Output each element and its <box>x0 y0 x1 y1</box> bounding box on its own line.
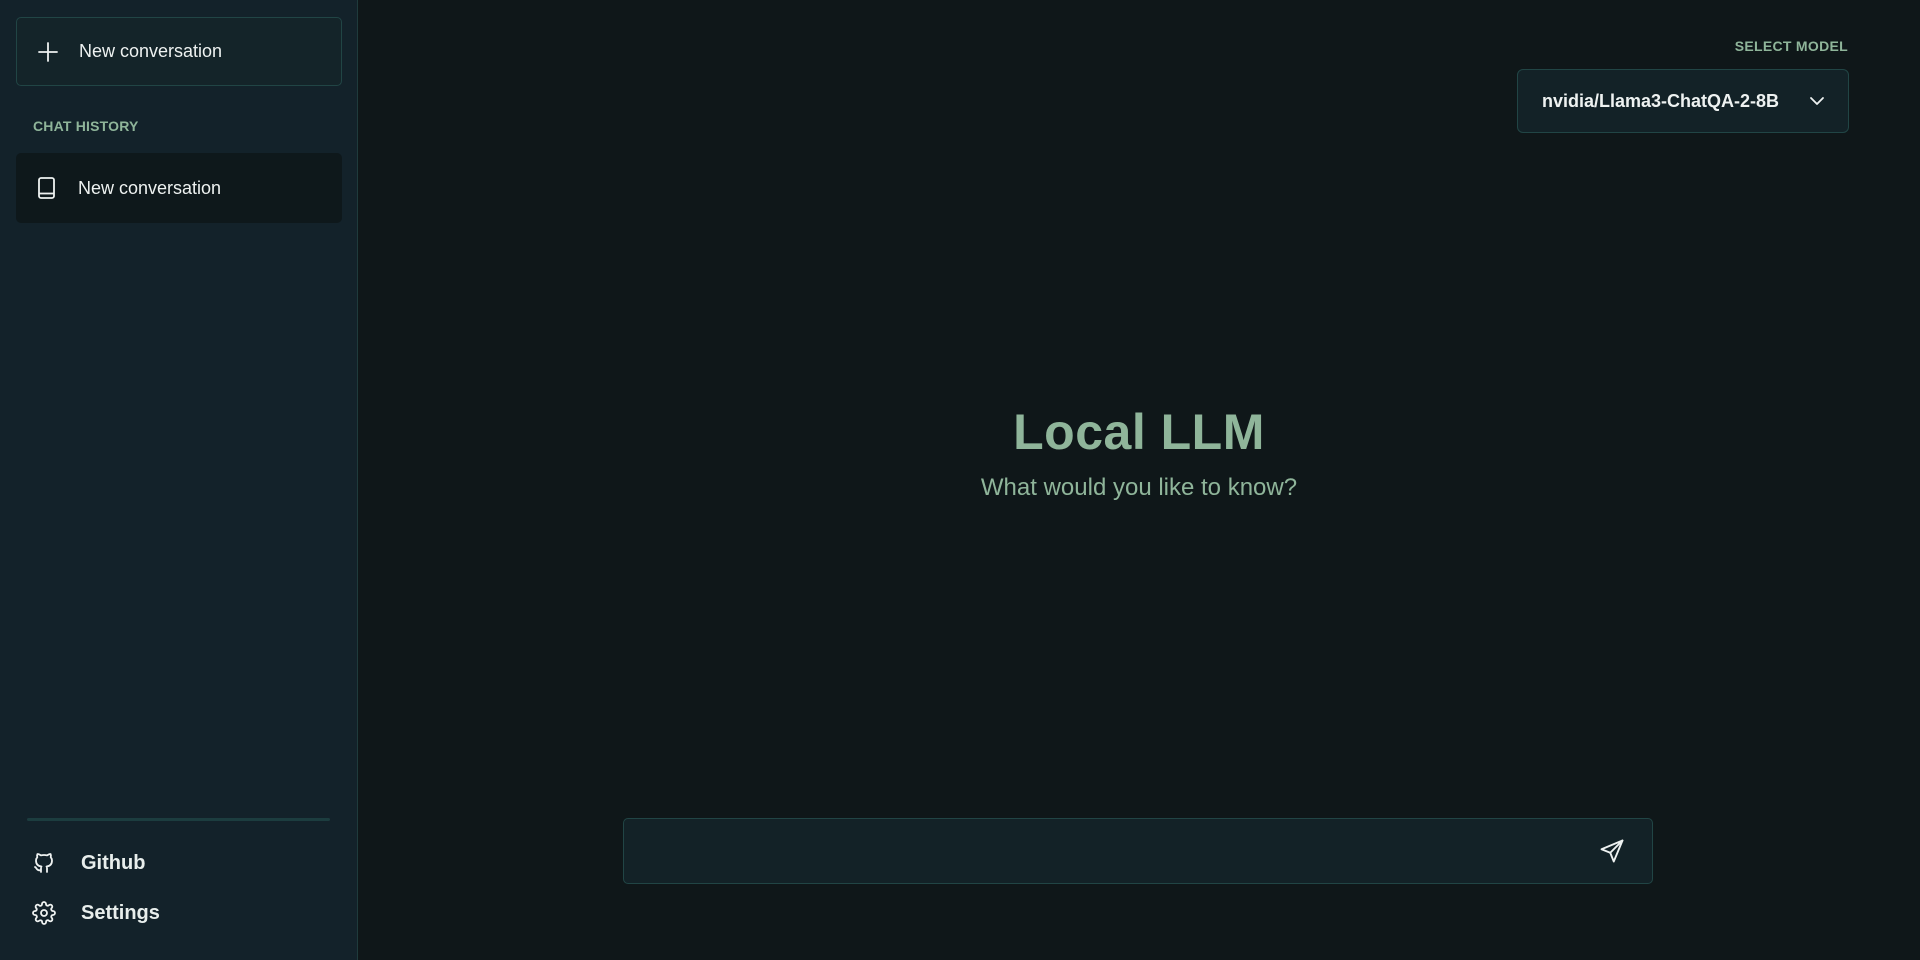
page-title: Local LLM <box>1013 404 1265 460</box>
hero: Local LLM What would you like to know? <box>358 400 1920 502</box>
send-icon <box>1600 839 1624 863</box>
sidebar: New conversation CHAT HISTORY New conver… <box>0 0 358 960</box>
settings-link[interactable]: Settings <box>31 900 160 926</box>
page-subtitle: What would you like to know? <box>980 474 1298 501</box>
main-panel: SELECT MODEL nvidia/Llama3-ChatQA-2-8B L… <box>358 0 1920 960</box>
chevron-down-icon <box>1808 92 1826 110</box>
new-conversation-button[interactable]: New conversation <box>16 17 342 86</box>
plus-icon <box>37 41 59 63</box>
select-model-label: SELECT MODEL <box>1734 38 1848 54</box>
model-select-value: nvidia/Llama3-ChatQA-2-8B <box>1542 90 1780 111</box>
message-input[interactable] <box>644 836 1596 866</box>
send-button[interactable] <box>1596 835 1628 867</box>
settings-label: Settings <box>81 901 160 924</box>
app-root: New conversation CHAT HISTORY New conver… <box>0 0 1920 960</box>
book-icon <box>36 176 58 200</box>
sidebar-divider <box>27 818 330 821</box>
chat-history-item[interactable]: New conversation <box>16 153 342 223</box>
message-composer <box>623 818 1653 884</box>
chat-history-heading: CHAT HISTORY <box>33 118 139 134</box>
model-select-dropdown[interactable]: nvidia/Llama3-ChatQA-2-8B <box>1517 69 1849 133</box>
chat-history-item-label: New conversation <box>78 177 222 198</box>
github-link[interactable]: Github <box>31 850 145 876</box>
github-label: Github <box>81 851 146 874</box>
github-icon <box>31 850 57 876</box>
gear-icon <box>31 900 57 926</box>
new-conversation-label: New conversation <box>79 41 223 61</box>
